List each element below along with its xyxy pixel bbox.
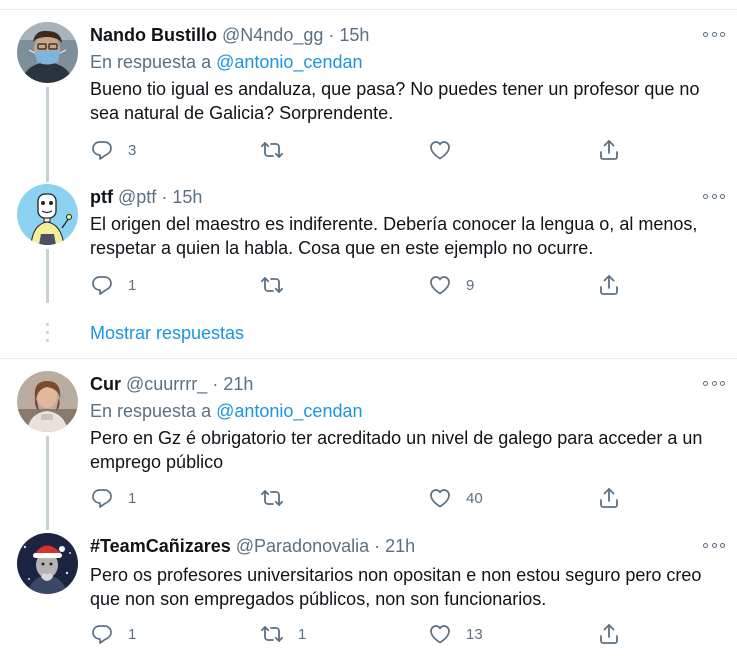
- like-icon: [430, 276, 450, 295]
- thread-dot: [46, 331, 49, 334]
- reply-icon: [92, 489, 112, 508]
- retweet-icon: [260, 142, 284, 158]
- thread-dot: [46, 339, 49, 342]
- more-icon[interactable]: [703, 378, 725, 388]
- timestamp[interactable]: 21h: [223, 374, 253, 394]
- user-handle[interactable]: @ptf: [118, 187, 156, 207]
- share-button[interactable]: [597, 622, 621, 646]
- like-icon: [430, 141, 450, 160]
- like-icon: [430, 489, 450, 508]
- avatar[interactable]: [17, 371, 78, 432]
- retweet-button[interactable]: [260, 138, 284, 162]
- reply-count: 1: [128, 625, 137, 643]
- retweet-button[interactable]: [260, 486, 284, 510]
- more-icon[interactable]: [703, 29, 725, 39]
- reply-icon: [92, 276, 112, 295]
- tweet-actions: 1 40: [90, 486, 630, 510]
- separator-dot: ·: [328, 25, 335, 45]
- reply-button[interactable]: 1: [90, 486, 136, 510]
- timestamp[interactable]: 15h: [339, 25, 369, 45]
- reply-count: 3: [128, 141, 137, 159]
- display-name[interactable]: ptf: [90, 187, 113, 207]
- mention-link[interactable]: @antonio_cendan: [216, 52, 362, 72]
- like-button[interactable]: [428, 138, 452, 162]
- reply-prefix: En respuesta a: [90, 401, 212, 421]
- separator-dot: ·: [161, 187, 168, 207]
- timestamp[interactable]: 21h: [385, 536, 415, 556]
- more-icon[interactable]: [703, 540, 725, 550]
- more-icon[interactable]: [703, 191, 725, 201]
- like-count: 9: [466, 276, 475, 294]
- share-button[interactable]: [597, 486, 621, 510]
- show-more-replies-link[interactable]: Mostrar respuestas: [90, 321, 244, 345]
- thread-dot: [46, 323, 49, 326]
- tweet-text: Pero os profesores universitarios non op…: [90, 565, 702, 609]
- avatar[interactable]: [17, 184, 78, 245]
- thread-line: [46, 87, 49, 182]
- retweet-icon: [260, 277, 284, 293]
- like-button[interactable]: 9: [428, 273, 474, 297]
- retweet-icon: [260, 626, 284, 642]
- share-icon: [600, 488, 618, 508]
- display-name[interactable]: Nando Bustillo: [90, 25, 217, 45]
- reply-prefix: En respuesta a: [90, 52, 212, 72]
- like-button[interactable]: 13: [428, 622, 483, 646]
- separator-dot: ·: [374, 536, 381, 556]
- tweet-text: Bueno tio igual es andaluza, que pasa? N…: [90, 79, 700, 123]
- tweet-header: Cur @cuurrrr_ · 21h: [90, 373, 253, 395]
- tweet-actions: 1 9: [90, 273, 630, 297]
- retweet-button[interactable]: [260, 273, 284, 297]
- retweet-count: 1: [298, 625, 307, 643]
- reply-context: En respuesta a @antonio_cendan: [90, 51, 362, 73]
- tweet-text: El origen del maestro es indiferente. De…: [90, 214, 698, 258]
- tweet-header: ptf @ptf · 15h: [90, 186, 202, 208]
- avatar[interactable]: [17, 22, 78, 83]
- tweet-actions: 1 1 13: [90, 622, 630, 646]
- thread-line: [46, 436, 49, 530]
- reply-count: 1: [128, 489, 137, 507]
- reply-button[interactable]: 3: [90, 138, 136, 162]
- reply-button[interactable]: 1: [90, 273, 136, 297]
- reply-count: 1: [128, 276, 137, 294]
- share-button[interactable]: [597, 273, 621, 297]
- like-count: 40: [466, 489, 483, 507]
- reply-icon: [92, 141, 112, 160]
- reply-icon: [92, 625, 112, 644]
- tweet-text: Pero en Gz é obrigatorio ter acreditado …: [90, 428, 703, 472]
- like-count: 13: [466, 625, 483, 643]
- tweet-header: Nando Bustillo @N4ndo_gg · 15h: [90, 24, 369, 46]
- share-icon: [600, 624, 618, 644]
- reply-button[interactable]: 1: [90, 622, 136, 646]
- mention-link[interactable]: @antonio_cendan: [216, 401, 362, 421]
- display-name[interactable]: Cur: [90, 374, 121, 394]
- user-handle[interactable]: @Paradonovalia: [236, 536, 369, 556]
- share-icon: [600, 275, 618, 295]
- user-handle[interactable]: @N4ndo_gg: [222, 25, 323, 45]
- tweet-actions: 3: [90, 138, 630, 162]
- retweet-button[interactable]: 1: [260, 622, 306, 646]
- user-handle[interactable]: @cuurrrr_: [126, 374, 207, 394]
- timestamp[interactable]: 15h: [172, 187, 202, 207]
- display-name[interactable]: #TeamCañizares: [90, 536, 231, 556]
- like-button[interactable]: 40: [428, 486, 483, 510]
- separator-dot: ·: [212, 374, 219, 394]
- share-button[interactable]: [597, 138, 621, 162]
- divider: [0, 358, 737, 359]
- top-divider: [0, 9, 737, 10]
- reply-context: En respuesta a @antonio_cendan: [90, 400, 362, 422]
- like-icon: [430, 625, 450, 644]
- retweet-icon: [260, 490, 284, 506]
- share-icon: [600, 140, 618, 160]
- thread-line: [46, 249, 49, 303]
- avatar[interactable]: [17, 533, 78, 594]
- tweet-header: #TeamCañizares @Paradonovalia · 21h: [90, 535, 415, 557]
